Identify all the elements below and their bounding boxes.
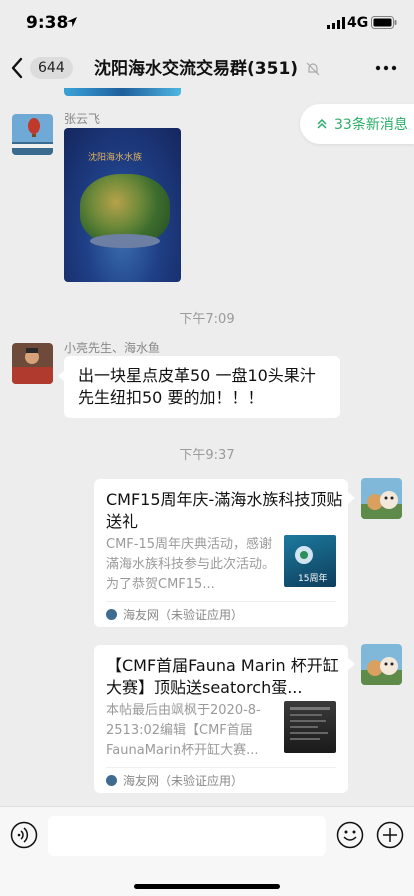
more-actions-plus-button[interactable] [376, 821, 404, 849]
card-title: 【CMF首届Fauna Marin 杯开缸大赛】顶贴送seatorch蛋... [106, 656, 339, 697]
my-avatar[interactable] [361, 644, 402, 685]
card-title: CMF15周年庆-滿海水族科技顶贴送礼 [106, 490, 343, 531]
avatar[interactable] [12, 343, 53, 384]
double-chevron-up-icon [317, 118, 327, 129]
chat-title-text: 沈阳海水交流交易群(351) [94, 59, 299, 79]
sender-name: 小亮先生、海水鱼 [64, 341, 161, 355]
link-card[interactable]: CMF15周年庆-滿海水族科技顶贴送礼 CMF-15周年庆典活动，感谢滿海水族科… [94, 479, 348, 627]
network-type: 4G [347, 15, 369, 31]
voice-input-button[interactable] [10, 821, 38, 849]
card-description: CMF-15周年庆典活动，感谢滿海水族科技参与此次活动。为了恭贺CMF15... [106, 537, 276, 592]
card-divider [106, 767, 336, 768]
card-source-label: 海友网（未验证应用） [123, 608, 244, 622]
signal-icon [327, 17, 345, 29]
status-bar: 9:38 4G [0, 0, 414, 48]
chat-title: 沈阳海水交流交易群(351) [0, 54, 414, 79]
dog-avatar-icon [361, 478, 402, 519]
emoji-button[interactable] [336, 821, 364, 849]
bubble-tail [348, 492, 355, 504]
card-source: 海友网（未验证应用） [106, 772, 243, 789]
sender-name: 张云飞 [64, 112, 101, 126]
image-caption: 沈阳海水水族 [88, 153, 143, 163]
home-indicator [134, 884, 280, 889]
thumbnail-text: 15周年 [298, 574, 328, 584]
app-source-icon [106, 775, 117, 786]
card-source: 海友网（未验证应用） [106, 606, 243, 623]
mute-bell-icon [306, 62, 320, 76]
location-arrow-icon [67, 17, 77, 27]
card-thumbnail: 15周年 [284, 535, 336, 587]
bubble-tail [348, 658, 355, 670]
message-input[interactable] [48, 816, 326, 856]
text-message[interactable]: 出一块星点皮革50 一盘10头果汁先生纽扣50 要的加！！！ [64, 356, 340, 418]
poster-image [290, 707, 330, 740]
more-options-button[interactable] [374, 58, 398, 78]
card-source-label: 海友网（未验证应用） [123, 774, 244, 788]
link-card[interactable]: 【CMF首届Fauna Marin 杯开缸大赛】顶贴送seatorch蛋... … [94, 645, 348, 793]
person-avatar-icon [12, 343, 53, 384]
image-message[interactable]: 沈阳海水水族 [64, 128, 181, 282]
status-time: 9:38 [26, 13, 69, 33]
timestamp: 下午9:37 [179, 448, 235, 463]
card-divider [106, 601, 336, 602]
new-messages-label: 33条新消息 [334, 117, 408, 133]
previous-image-message[interactable] [64, 88, 181, 96]
new-messages-button[interactable]: 33条新消息 [300, 104, 414, 144]
timestamp: 下午7:09 [179, 312, 235, 327]
balloon-avatar-icon [12, 114, 53, 155]
app-source-icon [106, 609, 117, 620]
my-avatar[interactable] [361, 478, 402, 519]
dog-avatar-icon [361, 644, 402, 685]
card-thumbnail [284, 701, 336, 753]
chat-message-list[interactable]: 33条新消息 张云飞 沈阳海水水族 下午7:09 小亮先生、海水鱼 出一块星点皮… [0, 88, 414, 806]
card-description: 本帖最后由飒枫于2020-8-2513:02编辑【CMF首届FaunaMarin… [106, 703, 261, 758]
chat-nav-bar: 644 沈阳海水交流交易群(351) [0, 48, 414, 88]
message-input-bar [0, 806, 414, 896]
battery-icon [371, 16, 397, 29]
avatar[interactable] [12, 114, 53, 155]
coral-base [90, 234, 160, 248]
